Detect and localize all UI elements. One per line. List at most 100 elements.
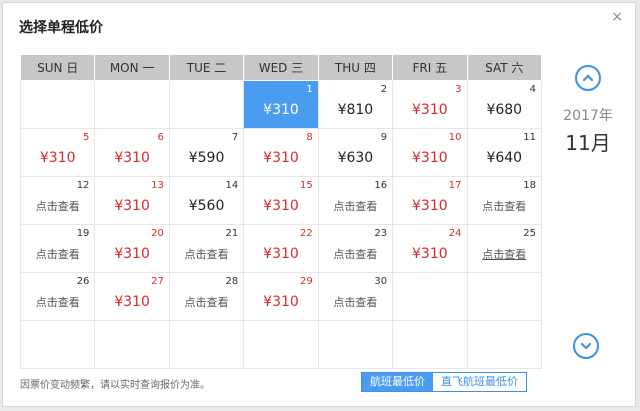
empty-day-cell — [19, 320, 96, 369]
empty-day-cell — [466, 272, 543, 321]
day-number: 29 — [299, 276, 313, 287]
weekday-fri: FRI 五 — [392, 54, 468, 81]
day-number: 24 — [448, 228, 462, 239]
day-cell[interactable]: 9 ¥630 — [317, 128, 394, 177]
day-price: ¥310 — [412, 102, 448, 118]
day-cell[interactable]: 14 ¥560 — [168, 176, 245, 225]
prev-month-button[interactable] — [575, 65, 601, 91]
view-price-link[interactable]: 点击查看 — [468, 198, 541, 214]
day-number: 17 — [448, 180, 462, 191]
day-cell[interactable]: 18 点击查看 — [466, 176, 543, 225]
day-cell[interactable]: 4 ¥680 — [466, 80, 543, 129]
weekday-mon: MON 一 — [94, 54, 170, 81]
chevron-down-icon — [580, 342, 592, 350]
day-number: 14 — [225, 180, 239, 191]
month-label: 11月 — [565, 131, 611, 155]
day-price: ¥310 — [114, 150, 150, 166]
day-number: 27 — [151, 276, 164, 287]
view-price-link[interactable]: 点击查看 — [21, 246, 94, 262]
view-price-link[interactable]: 点击查看 — [170, 246, 243, 262]
day-price: ¥310 — [114, 246, 150, 262]
next-month-button[interactable] — [573, 333, 599, 359]
day-cell[interactable]: 7 ¥590 — [168, 128, 245, 177]
day-price: ¥310 — [263, 246, 299, 262]
day-price: ¥310 — [263, 150, 299, 166]
day-cell[interactable]: 6 ¥310 — [94, 128, 170, 177]
view-price-link[interactable]: 点击查看 — [468, 246, 541, 262]
view-price-link[interactable]: 点击查看 — [170, 294, 243, 310]
empty-day-cell — [19, 80, 96, 129]
day-number: 23 — [374, 228, 388, 239]
weekday-sun: SUN 日 — [19, 54, 96, 81]
view-price-link[interactable]: 点击查看 — [319, 246, 392, 262]
day-cell[interactable]: 3 ¥310 — [392, 80, 468, 129]
weekday-wed: WED 三 — [243, 54, 319, 81]
day-price: ¥310 — [263, 294, 299, 310]
weekday-tue: TUE 二 — [168, 54, 245, 81]
day-cell[interactable]: 8 ¥310 — [243, 128, 319, 177]
day-number: 10 — [448, 132, 462, 143]
close-icon[interactable]: × — [611, 9, 623, 25]
price-mode-toggle: 航班最低价 直飞航班最低价 — [361, 372, 527, 392]
day-cell[interactable]: 12 点击查看 — [19, 176, 96, 225]
empty-day-cell — [94, 80, 170, 129]
day-cell[interactable]: 17 ¥310 — [392, 176, 468, 225]
empty-day-cell — [317, 320, 394, 369]
day-price: ¥310 — [263, 102, 299, 118]
day-number: 5 — [83, 132, 90, 143]
day-cell[interactable]: 13 ¥310 — [94, 176, 170, 225]
day-number: 21 — [225, 228, 239, 239]
day-price: ¥310 — [263, 198, 299, 214]
day-number: 15 — [299, 180, 313, 191]
day-cell[interactable]: 25 点击查看 — [466, 224, 543, 273]
view-price-link[interactable]: 点击查看 — [319, 198, 392, 214]
day-cell[interactable]: 24 ¥310 — [392, 224, 468, 273]
weekday-thu: THU 四 — [317, 54, 394, 81]
day-number: 7 — [231, 132, 239, 143]
day-cell[interactable]: 16 点击查看 — [317, 176, 394, 225]
view-price-link[interactable]: 点击查看 — [21, 198, 94, 214]
weekday-sat: SAT 六 — [466, 54, 543, 81]
calendar-week: 12 点击查看 13 ¥310 14 ¥560 15 ¥310 16 点击查看 17 ¥310 18 点击… — [19, 176, 543, 225]
day-cell[interactable]: 30 点击查看 — [317, 272, 394, 321]
day-number: 30 — [374, 276, 388, 287]
day-price: ¥590 — [188, 150, 225, 166]
day-cell[interactable]: 20 ¥310 — [94, 224, 170, 273]
day-cell[interactable]: 15 ¥310 — [243, 176, 319, 225]
day-cell[interactable]: 21 点击查看 — [168, 224, 245, 273]
price-disclaimer: 因票价变动频繁，请以实时查询报价为准。 — [20, 380, 210, 391]
low-price-dialog: 选择单程低价 × SUN 日 MON 一 TUE 二 WED 三 THU 四 F… — [2, 2, 636, 407]
view-price-link[interactable]: 点击查看 — [21, 294, 94, 310]
day-number: 13 — [151, 180, 164, 191]
day-cell[interactable]: 2 ¥810 — [317, 80, 394, 129]
day-number: 2 — [380, 84, 388, 95]
day-number: 1 — [306, 84, 313, 95]
weekday-header: SUN 日 MON 一 TUE 二 WED 三 THU 四 FRI 五 SAT … — [19, 54, 543, 81]
all-flights-lowest-tab[interactable]: 航班最低价 — [362, 373, 433, 391]
day-number: 26 — [76, 276, 90, 287]
day-cell[interactable]: 11 ¥640 — [466, 128, 543, 177]
day-cell[interactable]: 22 ¥310 — [243, 224, 319, 273]
day-cell[interactable]: 10 ¥310 — [392, 128, 468, 177]
day-cell[interactable]: 27 ¥310 — [94, 272, 170, 321]
direct-flights-lowest-tab[interactable]: 直飞航班最低价 — [433, 373, 526, 391]
calendar-week — [19, 320, 543, 369]
day-number: 4 — [529, 84, 536, 95]
day-cell[interactable]: 28 点击查看 — [168, 272, 245, 321]
day-number: 6 — [157, 132, 164, 143]
day-number: 11 — [523, 132, 536, 143]
day-cell[interactable]: 23 点击查看 — [317, 224, 394, 273]
day-price: ¥560 — [188, 198, 225, 214]
day-number: 18 — [523, 180, 536, 191]
day-price: ¥310 — [39, 150, 76, 166]
year-label: 2017年 — [563, 108, 613, 124]
empty-day-cell — [94, 320, 170, 369]
empty-day-cell — [392, 272, 468, 321]
view-price-link[interactable]: 点击查看 — [319, 294, 392, 310]
day-cell[interactable]: 19 点击查看 — [19, 224, 96, 273]
day-cell[interactable]: 5 ¥310 — [19, 128, 96, 177]
day-price: ¥680 — [486, 102, 523, 118]
day-cell[interactable]: 1 ¥310 — [243, 80, 319, 129]
day-cell[interactable]: 29 ¥310 — [243, 272, 319, 321]
day-cell[interactable]: 26 点击查看 — [19, 272, 96, 321]
